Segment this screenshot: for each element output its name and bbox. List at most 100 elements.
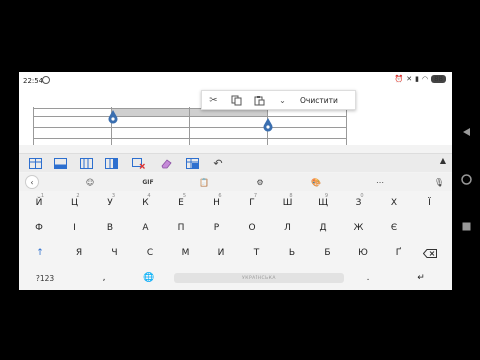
- square-recents-icon: [462, 222, 470, 230]
- letter-key[interactable]: Ф: [26, 218, 52, 238]
- recents-nav-button[interactable]: [460, 220, 472, 232]
- table-style-button[interactable]: [185, 157, 199, 170]
- delete-table-button[interactable]: [131, 157, 145, 170]
- clipboard-button[interactable]: 📋: [197, 175, 211, 189]
- delete-table-icon: [131, 158, 145, 169]
- selection-end-handle[interactable]: [263, 118, 273, 132]
- period-key[interactable]: .: [359, 268, 377, 288]
- insert-row-below-button[interactable]: [53, 157, 67, 170]
- letter-key[interactable]: Ч: [102, 243, 128, 263]
- letter-key[interactable]: І: [62, 218, 88, 238]
- letter-key[interactable]: Р: [204, 218, 230, 238]
- letter-key[interactable]: У3: [97, 193, 123, 213]
- letter-key[interactable]: Е5: [168, 193, 194, 213]
- voice-input-button[interactable]: 🎙: [433, 175, 445, 189]
- letter-key[interactable]: О: [239, 218, 265, 238]
- clipboard-icon: 📋: [199, 177, 209, 187]
- table-row-line: [33, 127, 347, 128]
- insert-row-above-button[interactable]: [28, 157, 42, 170]
- letter-key[interactable]: А: [133, 218, 159, 238]
- signal-icon: ▮: [415, 75, 419, 83]
- context-menu: ✂ ⌄ Очистити: [201, 90, 356, 110]
- letter-key[interactable]: З0: [346, 193, 372, 213]
- letter-key[interactable]: В: [97, 218, 123, 238]
- key-label: Є: [390, 223, 398, 233]
- clear-formatting-button[interactable]: [159, 157, 173, 170]
- letter-key[interactable]: Ж: [346, 218, 372, 238]
- letter-key[interactable]: Ц2: [62, 193, 88, 213]
- letter-key[interactable]: Ю: [350, 243, 376, 263]
- key-row-3: ↑ Я Ч С М И Т Ь Б Ю Ґ: [19, 243, 452, 263]
- letter-key[interactable]: Я: [66, 243, 92, 263]
- undo-icon: ↶: [213, 157, 223, 170]
- collapse-toolbar-button[interactable]: ▲: [440, 156, 446, 165]
- shift-key[interactable]: ↑: [29, 243, 51, 263]
- keyboard-back-button[interactable]: ‹: [25, 175, 39, 189]
- letter-key[interactable]: С: [137, 243, 163, 263]
- letter-key[interactable]: Ь: [279, 243, 305, 263]
- letter-key[interactable]: Д: [310, 218, 336, 238]
- undo-button[interactable]: ↶: [211, 157, 225, 170]
- letter-key[interactable]: Є: [381, 218, 407, 238]
- letter-key[interactable]: К4: [133, 193, 159, 213]
- key-label: И: [217, 248, 225, 258]
- letter-key[interactable]: Т: [244, 243, 270, 263]
- home-nav-button[interactable]: [460, 173, 472, 185]
- key-label: Б: [324, 248, 331, 258]
- key-label: В: [106, 223, 114, 233]
- gif-button[interactable]: GIF: [139, 175, 157, 189]
- enter-icon: ↵: [417, 273, 425, 283]
- letter-key[interactable]: М: [173, 243, 199, 263]
- key-label: Ї: [428, 198, 431, 208]
- clear-button[interactable]: Очистити: [294, 96, 338, 105]
- key-label: О: [248, 223, 256, 233]
- letter-key[interactable]: Б: [315, 243, 341, 263]
- letter-key[interactable]: Г7: [239, 193, 265, 213]
- letter-key[interactable]: Щ9: [310, 193, 336, 213]
- backspace-key[interactable]: [417, 243, 443, 263]
- sticker-button[interactable]: ☺: [83, 175, 97, 189]
- paste-options-button[interactable]: ⌄: [271, 90, 294, 110]
- key-label: Ф: [35, 223, 43, 233]
- letter-key[interactable]: Ш8: [275, 193, 301, 213]
- chevron-down-icon: ⌄: [279, 95, 286, 105]
- key-row-2: Ф І В АПР О ЛД Ж Є: [19, 218, 452, 238]
- more-button[interactable]: ⋯: [373, 175, 387, 189]
- back-nav-button[interactable]: [460, 126, 472, 138]
- selection-start-handle[interactable]: [108, 110, 118, 124]
- key-label: Ж: [353, 223, 364, 233]
- key-hint: 4: [147, 193, 151, 199]
- key-label: У: [107, 198, 113, 208]
- insert-column-right-icon: [104, 158, 118, 169]
- letter-key[interactable]: Н6: [204, 193, 230, 213]
- table-row-line: [33, 138, 347, 139]
- settings-button[interactable]: ⚙: [253, 175, 267, 189]
- symbols-key[interactable]: ?123: [33, 268, 57, 288]
- document-area[interactable]: ✂ ⌄ Очистити: [19, 90, 452, 145]
- insert-column-right-button[interactable]: [104, 157, 118, 170]
- key-hint: 5: [182, 193, 186, 199]
- letter-key[interactable]: Х: [381, 193, 407, 213]
- letter-key[interactable]: Й1: [26, 193, 52, 213]
- palette-icon: 🎨: [311, 177, 321, 187]
- theme-button[interactable]: 🎨: [309, 175, 323, 189]
- letter-key[interactable]: Ї: [417, 193, 443, 213]
- letter-key[interactable]: Л: [275, 218, 301, 238]
- letter-key[interactable]: П: [168, 218, 194, 238]
- space-key[interactable]: УКРАЇНСЬКА: [174, 273, 344, 283]
- table-row-line: [33, 116, 347, 117]
- enter-key[interactable]: ↵: [411, 268, 431, 288]
- insert-column-left-button[interactable]: [79, 157, 93, 170]
- letter-key[interactable]: И: [208, 243, 234, 263]
- key-hint: 9: [324, 193, 328, 199]
- letter-key[interactable]: Ґ: [386, 243, 412, 263]
- language-key[interactable]: 🌐: [139, 268, 159, 288]
- table-grid[interactable]: [33, 107, 347, 145]
- comma-key[interactable]: ,: [95, 268, 113, 288]
- table-column-line: [189, 107, 190, 145]
- key-label: З: [355, 198, 362, 208]
- cut-button[interactable]: ✂: [202, 90, 225, 110]
- key-label: С: [146, 248, 154, 258]
- paste-button[interactable]: [248, 90, 271, 110]
- copy-button[interactable]: [225, 90, 248, 110]
